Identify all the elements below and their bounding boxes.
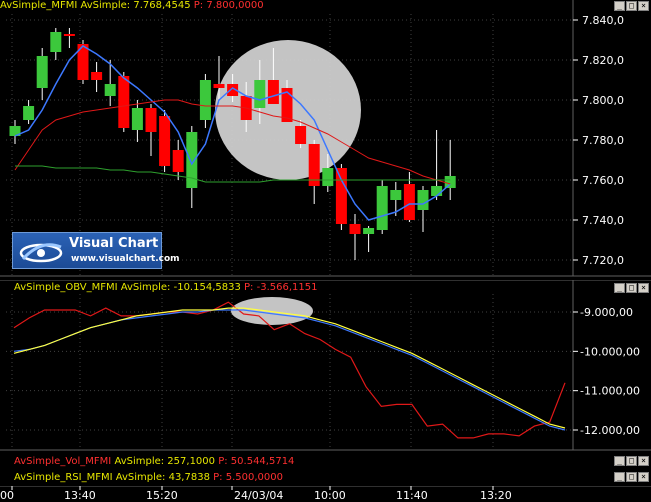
candle-body (417, 190, 429, 210)
volume-indicator-value: AvSimple: 257,1000 (114, 456, 216, 467)
volume-indicator-name: AvSimple_Vol_MFMI (14, 456, 112, 467)
close-button[interactable]: × (638, 283, 649, 293)
candle-body (36, 56, 48, 88)
time-label: 13:40 (64, 489, 96, 502)
candle-body (118, 76, 130, 128)
candle-body (104, 84, 116, 96)
candle-body (91, 72, 103, 80)
obv-p-value: P: -3.566,1151 (244, 282, 318, 293)
rsi-window-buttons: _ □ × (614, 472, 649, 482)
obv-pane[interactable]: AvSimple_OBV_MFMI AvSimple: -10.154,5833… (0, 280, 651, 452)
price-pane-header: AvSimple_MFMI AvSimple: 7.768,4545 P: 7.… (0, 0, 264, 14)
obv-window-buttons: _ □ × (614, 283, 649, 293)
obv-axis-label: -11.000,00 (580, 385, 640, 398)
obv-pane-header: AvSimple_OBV_MFMI AvSimple: -10.154,5833… (14, 282, 317, 296)
candle-body (50, 32, 62, 52)
obv-axis-label: -9.000,00 (580, 306, 633, 319)
maximize-button[interactable]: □ (626, 283, 637, 293)
candle-body (403, 184, 415, 220)
candle-body (349, 224, 361, 234)
minimize-button[interactable]: _ (614, 1, 625, 11)
minimize-button[interactable]: _ (614, 472, 625, 482)
price-axis-label: 7.820,0 (582, 54, 624, 67)
maximize-button[interactable]: □ (626, 456, 637, 466)
close-button[interactable]: × (638, 1, 649, 11)
logo-title: Visual Chart (69, 236, 159, 251)
obv-highlight-ellipse (231, 297, 313, 325)
obv-chart[interactable]: -9.000,00 -10.000,00 -11.000,00 -12.000,00 (0, 280, 651, 452)
swoosh-icon (19, 243, 63, 263)
time-label: 00 (0, 489, 14, 502)
obv-indicator-name: AvSimple_OBV_MFMI (14, 282, 118, 293)
candle-body (23, 106, 35, 120)
candle-body (213, 84, 225, 88)
volume-p-value: P: 50.544,5714 (218, 456, 295, 467)
volume-pane[interactable]: AvSimple_Vol_MFMI AvSimple: 257,1000 P: … (0, 456, 651, 470)
obv-blue-line (13, 309, 566, 431)
price-indicator-name: AvSimple_MFMI (0, 0, 78, 11)
candle-body (431, 186, 443, 196)
obv-axis-label: -12.000,00 (580, 424, 640, 437)
price-axis-label: 7.760,0 (582, 174, 624, 187)
rsi-pane[interactable]: AvSimple_RSI_MFMI AvSimple: 43,7838 P: 5… (0, 472, 651, 486)
price-axis-label: 7.840,0 (582, 14, 624, 27)
minimize-button[interactable]: _ (614, 283, 625, 293)
time-label: 11:40 (396, 489, 428, 502)
candle-body (145, 108, 157, 132)
logo-url: www.visualchart.com (71, 254, 180, 264)
time-label: 13:20 (480, 489, 512, 502)
price-axis-label: 7.720,0 (582, 254, 624, 267)
time-axis: 00 13:40 15:20 24/03/04 10:00 11:40 13:20 (0, 486, 651, 502)
volume-window-buttons: _ □ × (614, 456, 649, 466)
candle-body (267, 80, 279, 104)
candle-body (335, 168, 347, 224)
rsi-indicator-value: AvSimple: 43,7838 (115, 472, 210, 483)
price-pane[interactable]: AvSimple_MFMI AvSimple: 7.768,4545 P: 7.… (0, 0, 651, 278)
maximize-button[interactable]: □ (626, 1, 637, 11)
candle-body (172, 150, 184, 172)
price-axis-label: 7.780,0 (582, 134, 624, 147)
candle-body (444, 176, 456, 188)
price-window-buttons: _ □ × (614, 1, 649, 11)
volume-pane-header: AvSimple_Vol_MFMI AvSimple: 257,1000 P: … (14, 456, 294, 470)
candle-body (295, 126, 307, 144)
candle-body (63, 34, 75, 36)
time-label: 15:20 (146, 489, 178, 502)
candle-body (363, 228, 375, 234)
candle-body (390, 190, 402, 200)
candle-body (322, 168, 334, 186)
obv-indicator-value: AvSimple: -10.154,5833 (120, 282, 241, 293)
time-label: 24/03/04 (234, 489, 283, 502)
close-button[interactable]: × (638, 472, 649, 482)
obv-axis-label: -10.000,00 (580, 345, 640, 358)
candle-body (376, 186, 388, 230)
price-axis-label: 7.800,0 (582, 94, 624, 107)
price-indicator-value: AvSimple: 7.768,4545 (80, 0, 191, 11)
rsi-pane-header: AvSimple_RSI_MFMI AvSimple: 43,7838 P: 5… (14, 472, 283, 486)
price-axis-label: 7.740,0 (582, 214, 624, 227)
obv-yellow-line (13, 307, 566, 429)
candle-body (159, 116, 171, 166)
rsi-indicator-name: AvSimple_RSI_MFMI (14, 472, 113, 483)
rsi-p-value: P: 5.500,0000 (213, 472, 283, 483)
minimize-button[interactable]: _ (614, 456, 625, 466)
close-button[interactable]: × (638, 456, 649, 466)
candle-body (131, 108, 143, 130)
visual-chart-logo: Visual Chart www.visualchart.com (12, 232, 180, 269)
time-label: 10:00 (314, 489, 346, 502)
candle-body (254, 80, 266, 108)
candle-body (199, 80, 211, 120)
maximize-button[interactable]: □ (626, 472, 637, 482)
price-p-value: P: 7.800,0000 (193, 0, 264, 11)
